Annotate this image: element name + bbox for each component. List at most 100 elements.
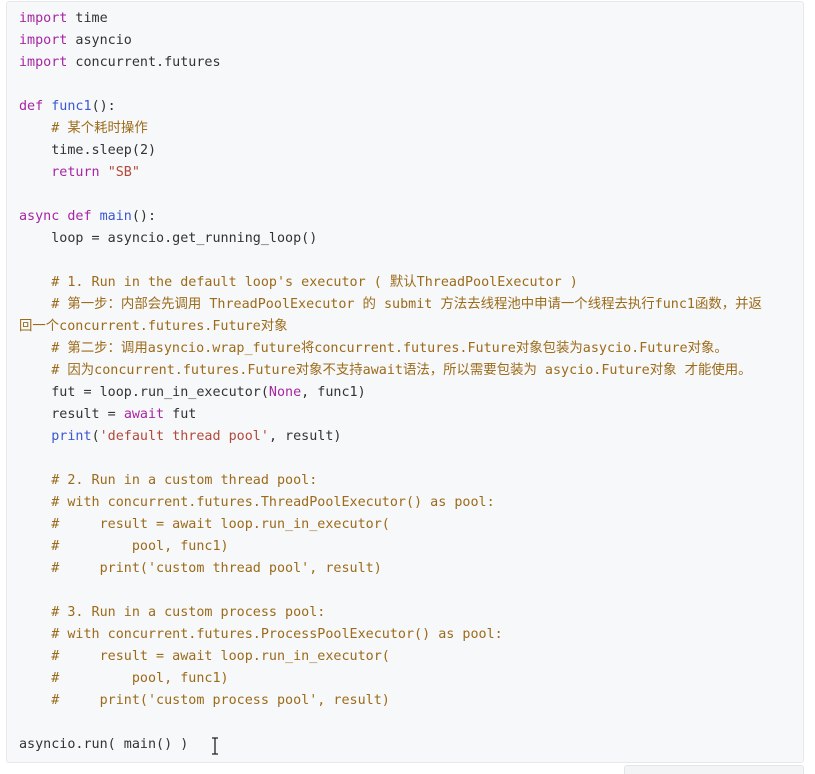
code-token-cmt: # with concurrent.futures.ThreadPoolExec… [51,495,495,510]
code-token-cmt: # print('custom thread pool', result) [51,561,382,576]
code-token: result = [19,407,124,422]
code-token-str: "SB" [107,165,140,180]
code-token-kw: await [123,407,165,422]
code-line[interactable]: import time [19,8,795,30]
code-line[interactable]: # with concurrent.futures.ThreadPoolExec… [19,492,795,514]
code-token: asyncio [67,33,132,48]
code-token-kw: import [19,33,68,48]
code-token-builtin: print [51,429,92,444]
code-token: ) [148,143,157,158]
code-token-cmt: # 因为concurrent.futures.Future对象不支持await语… [51,363,752,378]
code-token: ( [91,429,100,444]
code-token-cmt: # 第二步：调用asyncio.wrap_future将concurrent.f… [51,341,728,356]
code-token: asyncio.run( main() ) [19,737,189,752]
code-line[interactable]: # pool, func1) [19,536,795,558]
code-line[interactable]: def func1(): [19,96,795,118]
code-line[interactable]: # 1. Run in the default loop's executor … [19,272,795,294]
code-line[interactable]: 回一个concurrent.futures.Future对象 [19,316,795,338]
code-block[interactable]: import time import asyncio import concurre… [6,1,804,763]
code-line[interactable]: # 某个耗时操作 [19,118,795,140]
code-token-fn: func1 [51,99,92,114]
code-line[interactable]: time.sleep(2) [19,140,795,162]
code-token-cmt: # pool, func1) [51,539,229,554]
code-token: , func1) [301,385,366,400]
code-line[interactable]: import concurrent.futures [19,52,795,74]
code-line[interactable]: # 因为concurrent.futures.Future对象不支持await语… [19,360,795,382]
code-token-kw: import [19,55,68,70]
code-line[interactable]: # print('custom process pool', result) [19,690,795,712]
code-line[interactable]: loop = asyncio.get_running_loop() [19,228,795,250]
code-line[interactable]: # with concurrent.futures.ProcessPoolExe… [19,624,795,646]
code-token-cmt: # 3. Run in a custom process pool: [51,605,326,620]
code-line[interactable]: # print('custom thread pool', result) [19,558,795,580]
code-token-kw: async [19,209,60,224]
code-token: time [67,11,108,26]
code-token-none: None [268,385,302,400]
code-line[interactable]: # 3. Run in a custom process pool: [19,602,795,624]
code-token-fn: main [99,209,132,224]
code-line[interactable]: # 第二步：调用asyncio.wrap_future将concurrent.f… [19,338,795,360]
code-content[interactable]: import time import asyncio import concurre… [19,8,795,756]
code-token-cmt: # 某个耗时操作 [51,121,148,136]
code-token-str: 'default thread pool' [99,429,269,444]
code-line[interactable]: # pool, func1) [19,668,795,690]
code-line[interactable]: # 第一步：内部会先调用 ThreadPoolExecutor 的 submit… [19,294,795,316]
code-line[interactable]: result = await fut [19,404,795,426]
code-line[interactable] [19,184,795,206]
code-line[interactable] [19,712,795,734]
code-token-cmt: # result = await loop.run_in_executor( [51,517,390,532]
code-token-cmt: # 2. Run in a custom thread pool: [51,473,318,488]
code-token: time.sleep( [19,143,140,158]
code-token: fut = loop.run_in_executor( [19,385,269,400]
code-line[interactable]: import asyncio [19,30,795,52]
code-line[interactable]: # result = await loop.run_in_executor( [19,514,795,536]
code-token-kw: return [51,165,100,180]
code-token-kw: def [19,99,44,114]
code-line[interactable]: # 2. Run in a custom thread pool: [19,470,795,492]
code-line[interactable]: asyncio.run( main() ) [19,734,795,756]
code-token: (): [91,99,116,114]
code-line[interactable]: async def main(): [19,206,795,228]
code-token-cmt: # 第一步：内部会先调用 ThreadPoolExecutor 的 submit… [51,297,762,312]
code-token-num: 2 [139,143,148,158]
code-line[interactable]: # result = await loop.run_in_executor( [19,646,795,668]
code-line[interactable]: fut = loop.run_in_executor(None, func1) [19,382,795,404]
bottom-panel-edge [624,765,804,774]
code-line[interactable] [19,580,795,602]
code-token: fut [164,407,197,422]
code-line[interactable] [19,250,795,272]
code-line[interactable] [19,74,795,96]
code-token: (): [131,209,157,224]
code-token-kw: def [67,209,92,224]
code-line[interactable]: print('default thread pool', result) [19,426,795,448]
code-line[interactable]: return "SB" [19,162,795,184]
code-token: , result) [268,429,342,444]
code-line[interactable] [19,448,795,470]
code-token-cmt: 回一个concurrent.futures.Future对象 [19,319,288,334]
code-token-cmt: # result = await loop.run_in_executor( [51,649,390,664]
code-token: loop = asyncio.get_running_loop() [19,231,318,246]
code-token-cmt: # print('custom process pool', result) [51,693,390,708]
code-token-kw: import [19,11,68,26]
code-token-cmt: # with concurrent.futures.ProcessPoolExe… [51,627,503,642]
code-token-cmt: # pool, func1) [51,671,229,686]
